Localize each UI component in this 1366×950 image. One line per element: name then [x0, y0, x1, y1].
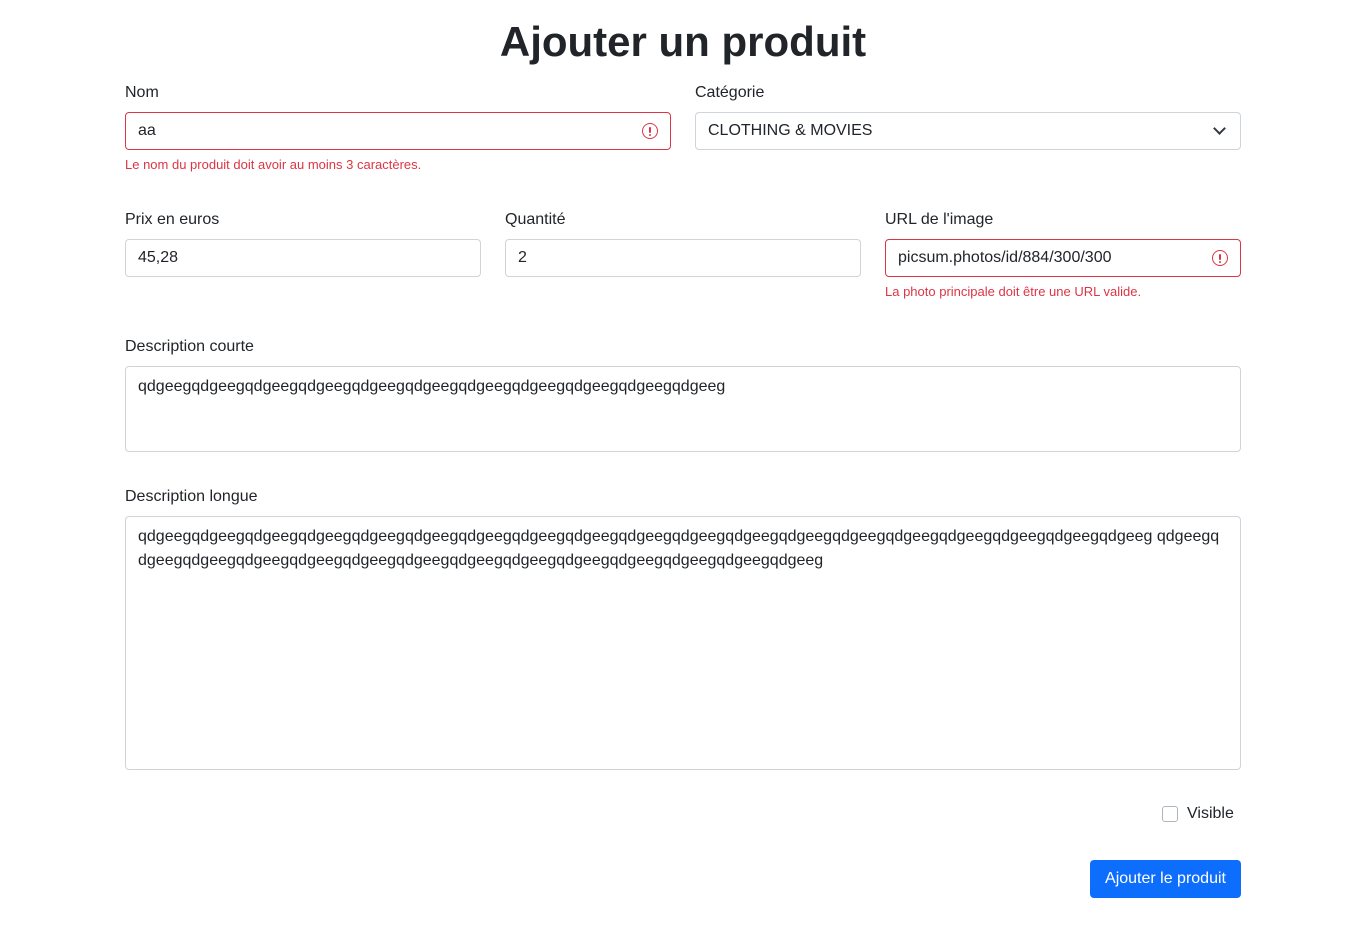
price-label: Prix en euros: [125, 211, 220, 228]
category-selected-value: CLOTHING & MOVIES: [708, 122, 873, 139]
visible-checkbox[interactable]: [1162, 806, 1178, 822]
short-description-value: qdgeegqdgeegqdgeegqdgeegqdgeegqdgeegqdge…: [138, 378, 726, 395]
visible-checkbox-label[interactable]: Visible: [1187, 805, 1234, 823]
chevron-down-icon: [1213, 122, 1226, 135]
short-description-label: Description courte: [125, 338, 254, 355]
name-input[interactable]: aa: [125, 112, 671, 150]
image-url-input-value: picsum.photos/id/884/300/300: [898, 249, 1112, 266]
image-url-error-message: La photo principale doit être une URL va…: [885, 284, 1142, 299]
quantity-input[interactable]: 2: [505, 239, 861, 277]
quantity-label: Quantité: [505, 211, 566, 228]
visible-checkbox-row[interactable]: Visible: [1162, 805, 1234, 823]
add-product-button[interactable]: Ajouter le produit: [1090, 860, 1241, 898]
page-title: Ajouter un produit: [499, 18, 867, 65]
error-icon: [642, 123, 658, 139]
name-error-message: Le nom du produit doit avoir au moins 3 …: [125, 157, 422, 172]
image-url-input[interactable]: picsum.photos/id/884/300/300: [885, 239, 1241, 277]
price-input-value: 45,28: [138, 249, 179, 266]
name-input-value: aa: [138, 122, 156, 139]
long-description-label: Description longue: [125, 488, 258, 505]
quantity-input-value: 2: [518, 249, 527, 266]
category-label: Catégorie: [695, 84, 765, 101]
short-description-textarea[interactable]: qdgeegqdgeegqdgeegqdgeegqdgeegqdgeegqdge…: [125, 366, 1241, 452]
price-input[interactable]: 45,28: [125, 239, 481, 277]
image-url-label: URL de l'image: [885, 211, 994, 228]
name-label: Nom: [125, 84, 159, 101]
long-description-value: qdgeegqdgeegqdgeegqdgeegqdgeegqdgeegqdge…: [138, 528, 1220, 569]
long-description-textarea[interactable]: qdgeegqdgeegqdgeegqdgeegqdgeegqdgeegqdge…: [125, 516, 1241, 770]
category-select[interactable]: CLOTHING & MOVIES: [695, 112, 1241, 150]
error-icon: [1212, 250, 1228, 266]
